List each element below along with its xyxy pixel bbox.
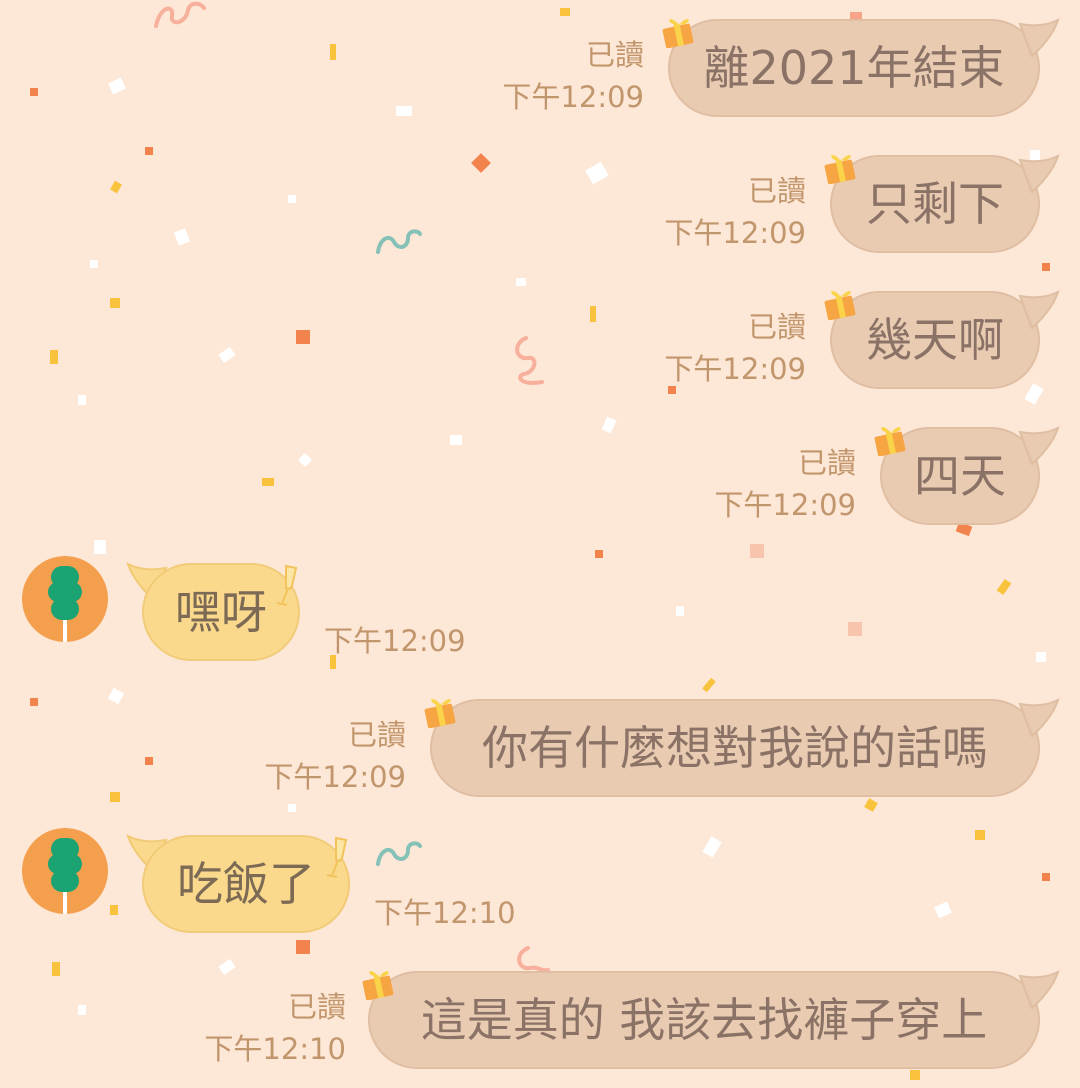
dango-avatar-icon[interactable] bbox=[22, 556, 108, 642]
message-bubble[interactable]: 吃飯了 bbox=[142, 835, 350, 933]
gift-icon bbox=[424, 699, 456, 728]
read-receipt: 已讀 bbox=[797, 446, 856, 480]
message-row-received: 吃飯了 下午12:10 bbox=[0, 816, 1080, 946]
message-bubble[interactable]: 這是真的 我該去找褲子穿上 bbox=[368, 971, 1040, 1069]
read-receipt: 已讀 bbox=[287, 990, 346, 1024]
message-time: 下午12:09 bbox=[664, 352, 806, 386]
message-row-received: 嘿呀 下午12:09 bbox=[0, 544, 1080, 674]
message-row-sent: 已讀 下午12:09 離2021年結束 bbox=[0, 0, 1080, 130]
dango-avatar-icon[interactable] bbox=[22, 828, 108, 914]
message-text: 這是真的 我該去找褲子穿上 bbox=[420, 993, 988, 1047]
bubble-tail bbox=[1018, 698, 1060, 738]
message-time: 下午12:09 bbox=[664, 216, 806, 250]
gift-icon bbox=[362, 971, 394, 1000]
message-time: 下午12:10 bbox=[374, 896, 516, 930]
gift-icon bbox=[824, 155, 856, 184]
gift-icon bbox=[824, 291, 856, 320]
message-time: 下午12:09 bbox=[714, 488, 856, 522]
bubble-tail bbox=[1018, 290, 1060, 330]
message-bubble[interactable]: 幾天啊 bbox=[830, 291, 1040, 389]
read-receipt: 已讀 bbox=[347, 718, 406, 752]
bubble-tail bbox=[1018, 426, 1060, 466]
message-text: 你有什麼想對我說的話嗎 bbox=[482, 721, 988, 775]
message-text: 吃飯了 bbox=[177, 857, 315, 911]
message-bubble[interactable]: 你有什麼想對我說的話嗎 bbox=[430, 699, 1040, 797]
message-time: 下午12:09 bbox=[264, 760, 406, 794]
message-time: 下午12:10 bbox=[204, 1032, 346, 1066]
bubble-tail bbox=[1018, 154, 1060, 194]
message-text: 離2021年結束 bbox=[703, 41, 1005, 95]
champagne-glass-icon bbox=[276, 564, 298, 606]
read-receipt: 已讀 bbox=[747, 174, 806, 208]
message-row-sent: 已讀 下午12:09 幾天啊 bbox=[0, 272, 1080, 402]
bubble-tail bbox=[1018, 970, 1060, 1010]
message-text: 幾天啊 bbox=[866, 313, 1004, 367]
chat-view[interactable]: 已讀 下午12:09 離2021年結束 已讀 下午12:09 只剩下 已讀 下午… bbox=[0, 0, 1080, 1088]
read-receipt: 已讀 bbox=[747, 310, 806, 344]
message-bubble[interactable]: 只剩下 bbox=[830, 155, 1040, 253]
message-time: 下午12:09 bbox=[502, 80, 644, 114]
gift-icon bbox=[874, 427, 906, 456]
bubble-tail bbox=[1018, 18, 1060, 58]
message-text: 四天 bbox=[914, 449, 1006, 503]
message-row-sent: 已讀 下午12:09 只剩下 bbox=[0, 136, 1080, 266]
champagne-glass-icon bbox=[326, 836, 348, 878]
gift-icon bbox=[662, 19, 694, 48]
message-bubble[interactable]: 離2021年結束 bbox=[668, 19, 1040, 117]
message-row-sent: 已讀 下午12:10 這是真的 我該去找褲子穿上 bbox=[0, 952, 1080, 1082]
message-time: 下午12:09 bbox=[324, 624, 466, 658]
message-row-sent: 已讀 下午12:09 你有什麼想對我說的話嗎 bbox=[0, 680, 1080, 810]
read-receipt: 已讀 bbox=[585, 38, 644, 72]
message-row-sent: 已讀 下午12:09 四天 bbox=[0, 408, 1080, 538]
message-text: 嘿呀 bbox=[175, 585, 267, 639]
message-text: 只剩下 bbox=[866, 177, 1004, 231]
